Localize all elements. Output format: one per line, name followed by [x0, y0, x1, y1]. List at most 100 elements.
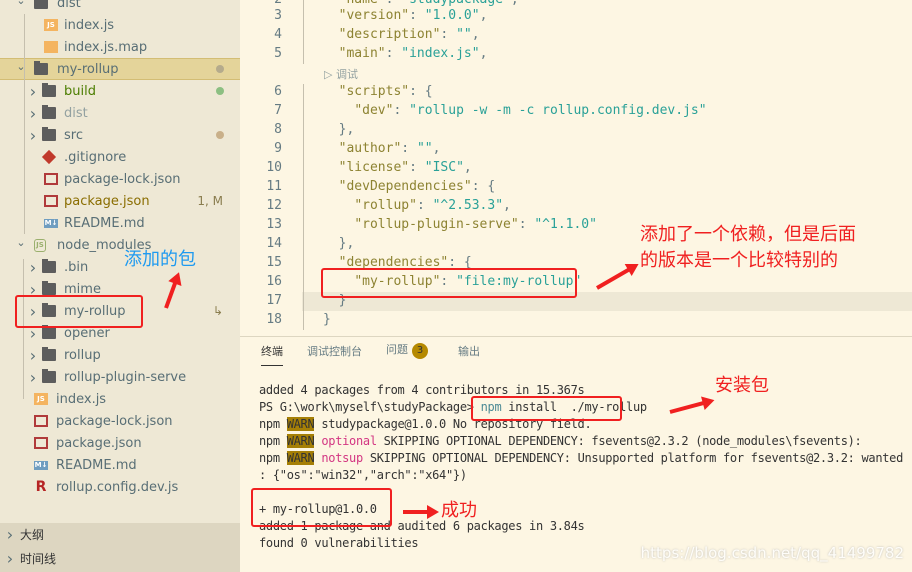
punctuation	[323, 141, 339, 156]
code-line[interactable]: "description": "",	[323, 27, 480, 42]
tree-item-src[interactable]: › src	[0, 124, 240, 146]
tab-terminal[interactable]: 终端	[261, 343, 283, 366]
chevron-right-icon[interactable]: ›	[27, 368, 39, 387]
folder-icon	[42, 325, 56, 339]
punctuation: :	[409, 8, 425, 23]
chevron-right-icon[interactable]: ›	[27, 126, 39, 145]
tree-item-label: index.js	[64, 17, 115, 33]
tree-item-label: package.json	[64, 193, 150, 209]
code-line[interactable]: "license": "ISC",	[323, 160, 472, 175]
tree-item-README-md[interactable]: M↓ README.md	[0, 212, 240, 234]
json-string: "^1.1.0"	[534, 217, 597, 232]
code-line[interactable]: "version": "1.0.0",	[323, 8, 488, 23]
code-line[interactable]: }	[323, 312, 331, 327]
line-number: 11	[266, 179, 282, 194]
folder-icon	[34, 61, 48, 75]
tree-item-rollup-config-dev-js[interactable]: Rrollup.config.dev.js	[0, 476, 240, 498]
code-line[interactable]: },	[323, 236, 355, 251]
tree-item-index-js-map[interactable]: index.js.map	[0, 36, 240, 58]
terminal-text: : {"os":"win32","arch":"x64"})	[259, 468, 467, 482]
code-line[interactable]: "scripts": {	[323, 84, 433, 99]
nodejs-folder-icon: JS	[34, 238, 46, 252]
punctuation: : {	[409, 84, 433, 99]
tree-item-dist[interactable]: ⌄ dist	[0, 0, 240, 14]
tree-item-label: package-lock.json	[64, 171, 181, 187]
tab-output[interactable]: 输出	[458, 343, 480, 359]
tree-item-label: my-rollup	[57, 61, 119, 77]
chevron-right-icon[interactable]: ›	[27, 346, 39, 365]
tree-item-package-lock-json[interactable]: package-lock.json	[0, 168, 240, 190]
chevron-right-icon[interactable]: ›	[27, 82, 39, 101]
status-dot	[216, 87, 224, 95]
status-dot	[216, 131, 224, 139]
json-key: "license"	[338, 160, 410, 175]
line-number: 17	[266, 293, 282, 308]
highlight-box-dependency	[321, 268, 577, 298]
line-number: 14	[266, 236, 282, 251]
json-string: "ISC"	[424, 160, 464, 175]
tree-item-package-lock-json[interactable]: package-lock.json	[0, 410, 240, 432]
code-line[interactable]: },	[323, 122, 355, 137]
tree-item-label: index.js.map	[64, 39, 148, 55]
line-number: 7	[274, 103, 282, 118]
tree-item-my-rollup[interactable]: ⌄ my-rollup	[0, 58, 240, 80]
punctuation	[323, 8, 339, 23]
punctuation: :	[440, 27, 457, 42]
tree-item-rollup-plugin-serve[interactable]: › rollup-plugin-serve	[0, 366, 240, 388]
tree-item--gitignore[interactable]: .gitignore	[0, 146, 240, 168]
tree-item-README-md[interactable]: M↓ README.md	[0, 454, 240, 476]
tree-item-index-js[interactable]: JS index.js	[0, 14, 240, 36]
warn-tag: WARN	[286, 434, 315, 448]
tree-item--bin[interactable]: › .bin	[0, 256, 240, 278]
code-line[interactable]: "name": "studypackage",	[323, 0, 519, 7]
chevron-down-icon[interactable]: ⌄	[15, 0, 27, 7]
punctuation	[323, 179, 339, 194]
section-1[interactable]: › 时间线	[0, 545, 240, 572]
chevron-down-icon[interactable]: ⌄	[15, 236, 27, 249]
section-0[interactable]: › 大纲	[0, 523, 240, 545]
tree-item-rollup[interactable]: › rollup	[0, 344, 240, 366]
tree-item-dist[interactable]: › dist	[0, 102, 240, 124]
tree-item-package-json[interactable]: package.json 1, M	[0, 190, 240, 212]
json-key: "rollup-plugin-serve"	[354, 217, 519, 232]
tree-item-index-js[interactable]: JS index.js	[0, 388, 240, 410]
chevron-right-icon: ›	[6, 549, 14, 568]
punctuation: ,	[432, 141, 441, 156]
tree-item-node-modules[interactable]: ⌄ JS node_modules	[0, 234, 240, 256]
chevron-right-icon[interactable]: ›	[27, 104, 39, 123]
tree-item-package-json[interactable]: package.json	[0, 432, 240, 454]
code-line[interactable]: "devDependencies": {	[323, 179, 496, 194]
codelens-debug[interactable]: ▷ 调试	[324, 66, 358, 82]
tree-item-build[interactable]: › build	[0, 80, 240, 102]
status-badge: ↳	[212, 304, 223, 318]
terminal-text: added 4 packages from 4 contributors in …	[259, 383, 585, 397]
punctuation	[323, 46, 339, 61]
line-number: 13	[266, 217, 282, 232]
json-string: "studypackage"	[401, 0, 511, 7]
code-line[interactable]: "main": "index.js",	[323, 46, 488, 61]
line-number: 4	[274, 27, 282, 42]
code-line[interactable]: "rollup-plugin-serve": "^1.1.0"	[323, 217, 597, 232]
markdown-file-icon: M↓	[44, 218, 58, 228]
chevron-right-icon[interactable]: ›	[27, 258, 39, 277]
markdown-file-icon: M↓	[34, 460, 48, 470]
punctuation	[323, 217, 354, 232]
tree-item-label: dist	[57, 0, 81, 11]
chevron-down-icon[interactable]: ⌄	[15, 60, 27, 73]
punctuation: }	[323, 312, 331, 327]
tree-item-label: package.json	[56, 435, 142, 451]
folder-icon	[42, 347, 56, 361]
terminal-text: npm	[259, 417, 287, 431]
folder-icon	[42, 369, 56, 383]
folder-icon	[42, 127, 56, 141]
tab-problems[interactable]: 问题 3	[386, 341, 428, 359]
line-number: 15	[266, 255, 282, 270]
code-line[interactable]: "author": "",	[323, 141, 441, 156]
code-line[interactable]: "rollup": "^2.53.3",	[323, 198, 511, 213]
tree-item-label: rollup-plugin-serve	[64, 369, 187, 385]
punctuation: ,	[463, 160, 472, 175]
tree-item-label: rollup	[64, 347, 101, 363]
punctuation: :	[409, 160, 425, 175]
tab-debug-console[interactable]: 调试控制台	[307, 343, 362, 359]
code-line[interactable]: "dev": "rollup -w -m -c rollup.config.de…	[323, 103, 706, 118]
